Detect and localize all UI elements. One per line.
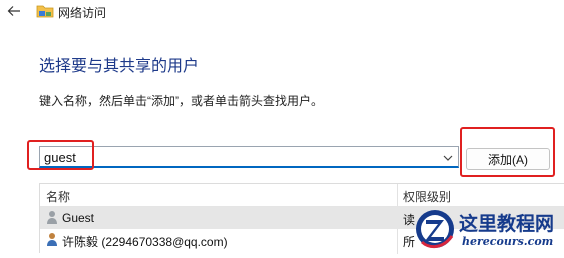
watermark-title: 这里教程网 (459, 213, 555, 235)
annotation-highlight-input (27, 140, 94, 170)
chevron-down-icon[interactable] (442, 151, 454, 163)
user-name: 许陈毅 (2294670338@qq.com) (62, 235, 228, 249)
folder-icon (36, 4, 54, 18)
watermark-url: herecours.com (462, 235, 554, 248)
watermark: 这里教程网 herecours.com (414, 206, 564, 253)
window-title: 网络访问 (58, 6, 107, 20)
title-bar: 网络访问 (0, 0, 564, 26)
column-header-name[interactable]: 名称 (46, 188, 70, 205)
user-icon (46, 232, 58, 247)
column-header-permission[interactable]: 权限级别 (403, 188, 451, 205)
user-icon (46, 210, 58, 225)
annotation-highlight-button (460, 127, 555, 177)
watermark-logo (414, 206, 456, 253)
user-name: Guest (62, 211, 95, 225)
arrow-left-icon[interactable] (6, 3, 22, 19)
user-name-combobox[interactable]: guest (39, 146, 459, 168)
page-title: 选择要与其共享的用户 (39, 58, 200, 75)
instruction-text: 键入名称，然后单击“添加”，或者单击箭头查找用户。 (39, 94, 323, 108)
